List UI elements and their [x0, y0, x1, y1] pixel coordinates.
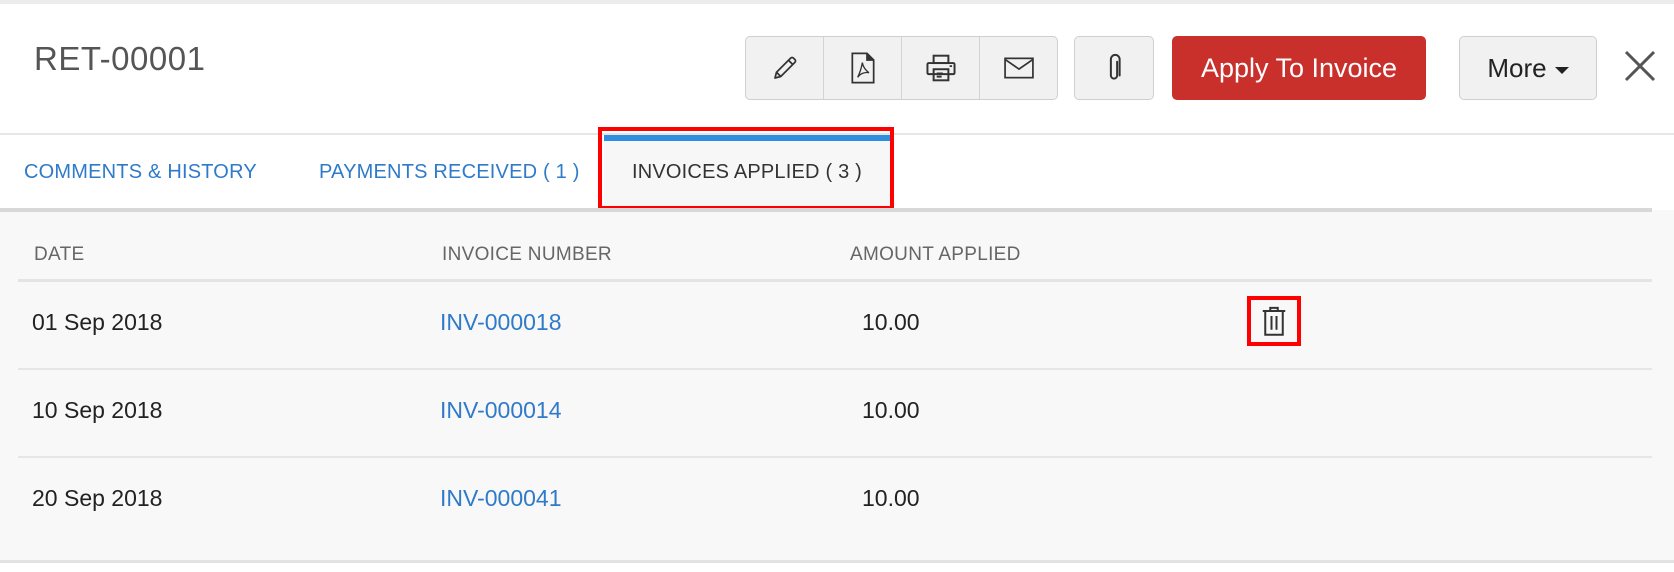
tab-comments-history[interactable]: COMMENTS & HISTORY: [24, 135, 257, 210]
row-invoice-link[interactable]: INV-000018: [440, 309, 561, 336]
tab-invoices-applied[interactable]: INVOICES APPLIED ( 3 ): [604, 135, 890, 210]
pdf-button[interactable]: [824, 37, 902, 99]
row-divider: [18, 456, 1652, 458]
page-title: RET-00001: [34, 40, 205, 78]
panel-top-border: [0, 208, 1652, 212]
close-button[interactable]: [1622, 48, 1658, 84]
attach-button[interactable]: [1074, 36, 1154, 100]
trash-icon: [1261, 306, 1287, 336]
more-label: More: [1487, 53, 1546, 84]
caret-down-icon: [1555, 67, 1569, 74]
row-invoice-link[interactable]: INV-000041: [440, 485, 561, 512]
invoices-applied-panel: [0, 210, 1674, 562]
header-divider-line: [18, 279, 1652, 282]
paperclip-icon: [1105, 53, 1123, 83]
row-date: 20 Sep 2018: [32, 485, 162, 512]
delete-button[interactable]: [1247, 296, 1301, 346]
column-header-amount-applied: AMOUNT APPLIED: [850, 244, 1021, 266]
row-divider: [18, 368, 1652, 370]
edit-button[interactable]: [746, 37, 824, 99]
close-icon: [1622, 48, 1658, 84]
printer-icon: [925, 53, 957, 83]
pencil-icon: [770, 53, 800, 83]
row-date: 01 Sep 2018: [32, 309, 162, 336]
envelope-icon: [1004, 56, 1034, 80]
row-amount: 10.00: [862, 397, 920, 424]
panel-bottom-border: [0, 560, 1674, 563]
tab-bar: COMMENTS & HISTORY PAYMENTS RECEIVED ( 1…: [0, 135, 1674, 210]
row-date: 10 Sep 2018: [32, 397, 162, 424]
row-invoice-link[interactable]: INV-000014: [440, 397, 561, 424]
row-amount: 10.00: [862, 309, 920, 336]
more-dropdown-button[interactable]: More: [1459, 36, 1597, 100]
tab-payments-received[interactable]: PAYMENTS RECEIVED ( 1 ): [319, 135, 580, 210]
column-header-date: DATE: [34, 244, 84, 266]
email-button[interactable]: [980, 37, 1057, 99]
apply-to-invoice-button[interactable]: Apply To Invoice: [1172, 36, 1426, 100]
pdf-icon: [849, 52, 877, 84]
print-button[interactable]: [902, 37, 980, 99]
row-amount: 10.00: [862, 485, 920, 512]
action-button-group: [745, 36, 1058, 100]
top-border: [0, 0, 1674, 4]
column-header-invoice-number: INVOICE NUMBER: [442, 244, 612, 266]
